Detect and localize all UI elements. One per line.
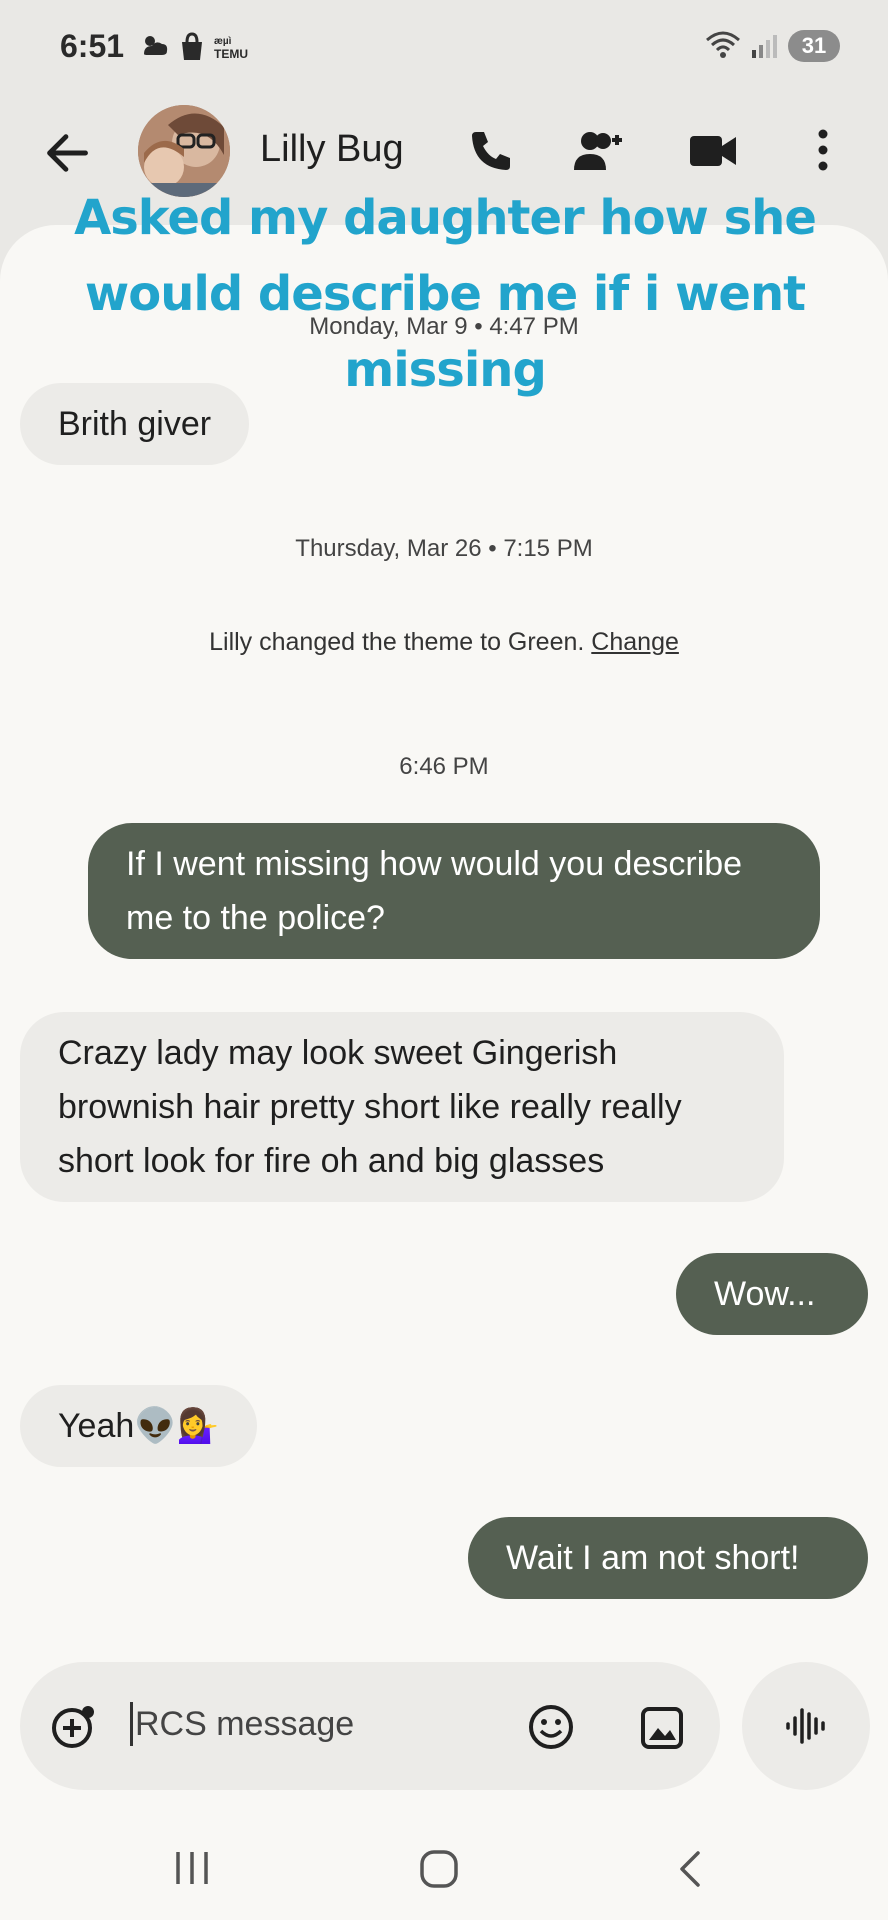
temu-icon: æµì TEMU (214, 36, 248, 61)
navigation-bar (0, 1800, 888, 1920)
shopping-bag-icon (182, 32, 202, 60)
video-caption: Asked my daughter how she would describe… (74, 190, 817, 398)
system-notice-text: Lilly changed the theme to Green. (209, 628, 592, 656)
system-notice: Lilly changed the theme to Green. Change (0, 628, 888, 657)
add-icon[interactable] (50, 1704, 96, 1750)
change-theme-link[interactable]: Change (591, 628, 679, 656)
gallery-icon[interactable] (640, 1706, 684, 1750)
emoji-icon[interactable] (528, 1704, 574, 1750)
contact-name[interactable]: Lilly Bug (260, 128, 404, 171)
video-icon[interactable] (688, 128, 738, 174)
incoming-message[interactable]: Crazy lady may look sweet Gingerish brow… (20, 1012, 784, 1202)
message-input[interactable]: RCS message (130, 1702, 354, 1746)
status-time: 6:51 (60, 28, 125, 64)
phone-icon[interactable] (468, 128, 514, 174)
home-icon[interactable] (418, 1848, 460, 1890)
more-vert-icon[interactable] (808, 128, 838, 174)
message-composer: RCS message (20, 1662, 720, 1790)
voice-icon (786, 1708, 825, 1744)
recents-icon[interactable] (172, 1850, 212, 1886)
outgoing-message[interactable]: If I went missing how would you describe… (88, 823, 820, 959)
add-person-icon[interactable] (572, 128, 624, 174)
voice-message-button[interactable] (742, 1662, 870, 1790)
signal-icon (752, 35, 777, 58)
outgoing-message[interactable]: Wait I am not short! (468, 1517, 868, 1599)
date-divider: Thursday, Mar 26 • 7:15 PM (295, 535, 593, 562)
outgoing-message[interactable]: Wow... (676, 1253, 868, 1335)
wifi-icon (706, 31, 740, 58)
status-bar: 6:51 æµì TEMU 31 (0, 0, 888, 100)
weather-icon (144, 36, 168, 55)
back-nav-icon[interactable] (674, 1850, 704, 1888)
incoming-message[interactable]: Yeah👽💁‍♀️ (20, 1385, 257, 1467)
battery-indicator: 31 (788, 30, 840, 62)
back-arrow-icon[interactable] (42, 128, 92, 178)
time-divider: 6:46 PM (399, 753, 489, 780)
